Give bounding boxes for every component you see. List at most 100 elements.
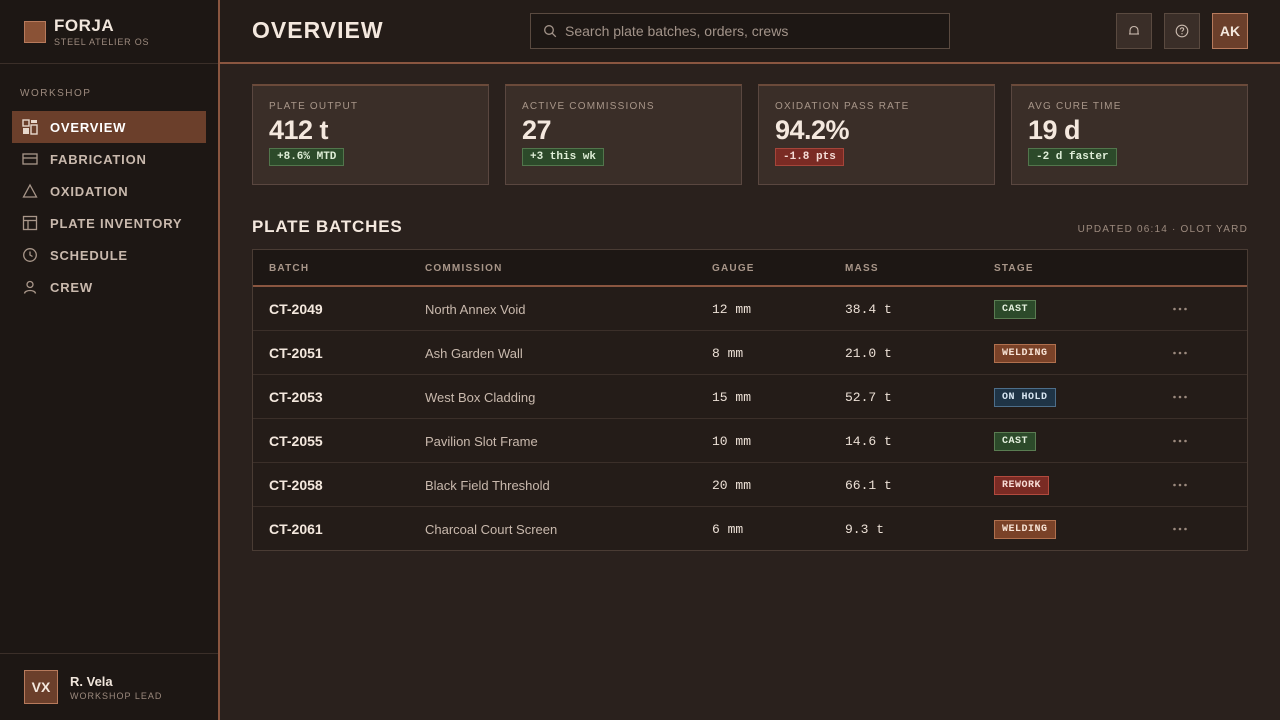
table-header: BATCH COMMISSION GAUGE MASS STAGE [253, 250, 1247, 287]
mass-value: 66.1 t [845, 477, 892, 493]
sidebar-item-label: PLATE INVENTORY [50, 215, 183, 231]
commission-name: West Box Cladding [425, 389, 536, 405]
plate-batches-table: BATCH COMMISSION GAUGE MASS STAGE CT-204… [252, 249, 1248, 551]
stage-cell: ON HOLD [994, 375, 1056, 419]
kpi-card-avg-cure-time: AVG CURE TIME 19 d -2 d faster [1011, 84, 1248, 185]
kpi-value: 19 d [1028, 115, 1081, 145]
triangle-icon [22, 183, 38, 199]
sidebar-item-oxidation[interactable]: OXIDATION [12, 175, 206, 207]
kpi-delta-badge: -1.8 pts [775, 148, 844, 166]
more-icon [1173, 351, 1187, 355]
sidebar-item-fabrication[interactable]: FABRICATION [12, 143, 206, 175]
top-header: OVERVIEW AK [220, 0, 1280, 64]
commission-name: Charcoal Court Screen [425, 521, 558, 537]
batch-id: CT-2061 [269, 521, 323, 537]
brand-logo [24, 20, 46, 43]
table-row[interactable]: CT-2061 Charcoal Court Screen 6 mm 9.3 t… [253, 507, 1247, 551]
kpi-value: 94.2% [775, 115, 850, 145]
kpi-value: 412 t [269, 115, 329, 145]
brand[interactable]: FORJA STEEL ATELIER OS [0, 0, 218, 64]
kpi-card-plate-output: PLATE OUTPUT 412 t +8.6% MTD [252, 84, 489, 185]
row-menu-button[interactable] [1169, 375, 1191, 419]
batch-id: CT-2058 [269, 477, 323, 493]
more-icon [1173, 483, 1187, 487]
sidebar-item-label: SCHEDULE [50, 247, 128, 263]
sidebar-item-label: OVERVIEW [50, 119, 127, 135]
sidebar-item-label: CREW [50, 279, 93, 295]
section-title: PLATE BATCHES [252, 217, 403, 236]
search-input[interactable] [565, 23, 935, 39]
updated-timestamp: UPDATED 06:14 · OLOT YARD [1077, 224, 1248, 235]
gauge-value: 15 mm [712, 389, 752, 405]
mass-value: 52.7 t [845, 389, 892, 405]
kpi-card-active-commissions: ACTIVE COMMISSIONS 27 +3 this wk [505, 84, 742, 185]
gauge-value: 20 mm [712, 477, 752, 493]
account-avatar-button[interactable]: AK [1212, 13, 1248, 49]
clock-icon [22, 247, 38, 263]
search-box[interactable] [530, 13, 950, 49]
avatar: VX [24, 670, 58, 704]
more-icon [1173, 395, 1187, 399]
column-header-gauge[interactable]: GAUGE [712, 263, 755, 274]
kpi-cards: PLATE OUTPUT 412 t +8.6% MTD ACTIVE COMM… [252, 84, 1248, 185]
kpi-label: OXIDATION PASS RATE [775, 101, 910, 112]
column-header-batch[interactable]: BATCH [269, 263, 309, 274]
help-button[interactable] [1164, 13, 1200, 49]
more-icon [1173, 527, 1187, 531]
sidebar-item-plate-inventory[interactable]: PLATE INVENTORY [12, 207, 206, 239]
brand-subtitle: STEEL ATELIER OS [54, 36, 150, 47]
nav-section-label: WORKSHOP [20, 88, 92, 99]
search-icon [544, 25, 557, 38]
column-header-stage[interactable]: STAGE [994, 263, 1034, 274]
stage-badge: WELDING [994, 519, 1056, 539]
mass-value: 14.6 t [845, 433, 892, 449]
more-icon [1173, 439, 1187, 443]
table-row[interactable]: CT-2053 West Box Cladding 15 mm 52.7 t O… [253, 375, 1247, 419]
row-menu-button[interactable] [1169, 463, 1191, 507]
mass-value: 38.4 t [845, 301, 892, 317]
mass-value: 21.0 t [845, 345, 892, 361]
sidebar-item-overview[interactable]: OVERVIEW [12, 111, 206, 143]
kpi-label: PLATE OUTPUT [269, 101, 359, 112]
sidebar: FORJA STEEL ATELIER OS WORKSHOP OVERVIEW… [0, 0, 220, 720]
kpi-label: AVG CURE TIME [1028, 101, 1122, 112]
sidebar-item-crew[interactable]: CREW [12, 271, 206, 303]
sidebar-item-schedule[interactable]: SCHEDULE [12, 239, 206, 271]
mass-value: 9.3 t [845, 521, 885, 537]
stage-badge: ON HOLD [994, 387, 1056, 407]
table-row[interactable]: CT-2058 Black Field Threshold 20 mm 66.1… [253, 463, 1247, 507]
gauge-value: 12 mm [712, 301, 752, 317]
stage-badge: CAST [994, 299, 1037, 319]
row-menu-button[interactable] [1169, 419, 1191, 463]
page-title: OVERVIEW [252, 17, 384, 43]
commission-name: Ash Garden Wall [425, 345, 523, 361]
table-row[interactable]: CT-2055 Pavilion Slot Frame 10 mm 14.6 t… [253, 419, 1247, 463]
user-profile[interactable]: VX R. Vela WORKSHOP LEAD [0, 653, 218, 720]
layout-icon [22, 215, 38, 231]
column-header-mass[interactable]: MASS [845, 263, 879, 274]
gauge-value: 8 mm [712, 345, 744, 361]
gauge-value: 10 mm [712, 433, 752, 449]
sidebar-item-label: OXIDATION [50, 183, 129, 199]
kpi-delta-badge: +3 this wk [522, 148, 605, 166]
stage-cell: WELDING [994, 331, 1056, 375]
kpi-label: ACTIVE COMMISSIONS [522, 101, 655, 112]
batch-id: CT-2053 [269, 389, 323, 405]
stage-cell: CAST [994, 419, 1037, 463]
batch-id: CT-2049 [269, 301, 323, 317]
notifications-button[interactable] [1116, 13, 1152, 49]
kpi-delta-badge: +8.6% MTD [269, 148, 345, 166]
row-menu-button[interactable] [1169, 507, 1191, 551]
stage-badge: CAST [994, 431, 1037, 451]
gauge-value: 6 mm [712, 521, 744, 537]
column-header-commission[interactable]: COMMISSION [425, 263, 503, 274]
table-body: CT-2049 North Annex Void 12 mm 38.4 t CA… [253, 287, 1247, 551]
row-menu-button[interactable] [1169, 331, 1191, 375]
bell-icon [1129, 25, 1139, 35]
table-row[interactable]: CT-2051 Ash Garden Wall 8 mm 21.0 t WELD… [253, 331, 1247, 375]
batch-id: CT-2055 [269, 433, 323, 449]
sidebar-item-label: FABRICATION [50, 151, 147, 167]
table-row[interactable]: CT-2049 North Annex Void 12 mm 38.4 t CA… [253, 287, 1247, 331]
row-menu-button[interactable] [1169, 287, 1191, 331]
stage-badge: REWORK [994, 475, 1050, 495]
